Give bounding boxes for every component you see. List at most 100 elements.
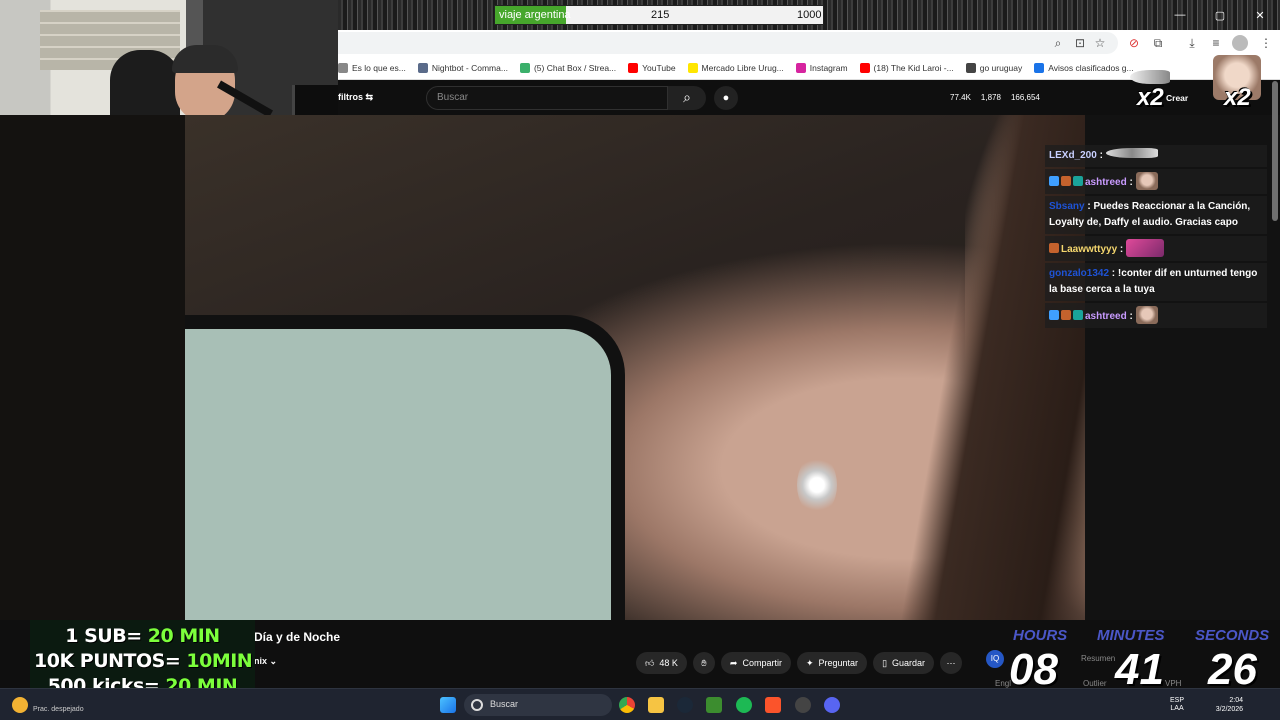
bookmark-item[interactable]: Mercado Libre Urug... — [687, 56, 784, 79]
extensions-icon[interactable]: ⧉ — [1150, 35, 1166, 51]
video-phone-screen — [185, 315, 625, 620]
rule-left: 1 SUB= — [65, 625, 142, 647]
bookmark-label: YouTube — [642, 63, 676, 73]
rule-left: 10K PUNTOS= — [34, 650, 181, 672]
scrollbar[interactable] — [1272, 81, 1278, 221]
bookmark-item[interactable]: Es lo que es... — [338, 56, 406, 79]
taskbar-search[interactable]: Buscar — [464, 694, 612, 716]
extension-red-icon[interactable]: ⊘ — [1126, 35, 1142, 51]
chat-message: LEXd_200 : — [1045, 145, 1267, 167]
more-button[interactable]: ⋯ — [940, 652, 963, 674]
download-icon[interactable]: ⤓ — [1184, 35, 1200, 51]
bookmark-favicon-icon — [628, 63, 639, 73]
bookmark-favicon-icon — [965, 63, 976, 73]
chat-username: ashtreed — [1085, 311, 1127, 322]
address-bar[interactable] — [338, 32, 1118, 54]
stat-videos: 1,878 — [980, 93, 1001, 102]
search-input[interactable]: Buscar — [426, 86, 668, 110]
donation-goal-bar: viaje argentina 215 1000 — [494, 5, 824, 25]
minutes-value: 41 — [1115, 645, 1164, 694]
bookmark-favicon-icon — [859, 63, 870, 73]
bookmark-item[interactable]: YouTube — [628, 56, 676, 79]
mic-icon[interactable]: ● — [714, 86, 738, 110]
bookmark-label: Instagram — [809, 63, 848, 73]
bookmark-label: Nightbot - Comma... — [431, 63, 508, 73]
obs-icon[interactable] — [795, 697, 811, 713]
close-button[interactable]: ✕ — [1240, 0, 1280, 30]
bookmark-icon: ▯ — [882, 657, 888, 668]
bookmark-star-icon[interactable]: ☆ — [1092, 35, 1108, 51]
subathon-timer: HOURS MINUTES SECONDS 08 41 26 — [1005, 624, 1280, 694]
filters-button[interactable]: filtros ⇆ — [338, 92, 373, 103]
steam-icon[interactable] — [677, 697, 693, 713]
bookmark-item[interactable]: (5) Chat Box / Strea... — [519, 56, 617, 79]
seconds-value: 26 — [1208, 645, 1257, 694]
thumbs-up-icon: 👍︎ — [645, 657, 655, 668]
like-count: 48 K — [659, 658, 678, 668]
share-icon: ➦ — [729, 657, 738, 668]
chat-badge-icon — [1061, 176, 1071, 186]
video-actions: 👍︎ 48 K ✋︎ ➦ Compartir ✦ Preguntar ▯ Guardar… — [636, 652, 963, 674]
video-player[interactable] — [185, 115, 1085, 620]
bookmark-label: (5) Chat Box / Strea... — [533, 63, 617, 73]
ham-emote-icon — [1135, 172, 1158, 190]
share-button[interactable]: ➦ Compartir — [720, 652, 791, 674]
chat-badge-icon — [1073, 176, 1083, 186]
spotify-icon[interactable] — [736, 697, 752, 713]
video-title: Día y de Noche — [254, 630, 341, 644]
mix-label[interactable]: nix ⌄ — [254, 656, 277, 667]
bookmark-item[interactable]: go uruguay — [965, 56, 1022, 79]
taskbar-search-icon — [471, 699, 483, 711]
hours-label: HOURS — [1013, 627, 1068, 644]
goal-target: 1000 — [797, 9, 822, 21]
chat-username: Sbsany — [1049, 201, 1085, 212]
bookmark-label: Mercado Libre Urug... — [701, 63, 784, 73]
rule-right: 20 MIN — [147, 625, 220, 647]
clock[interactable]: 2:04 3/2/2026 — [1205, 696, 1243, 714]
create-button[interactable]: Crear — [1166, 93, 1188, 103]
discord-icon[interactable] — [824, 697, 840, 713]
chat-username: ashtreed — [1085, 177, 1127, 188]
chat-badge-icon — [1073, 310, 1083, 320]
bookmark-label: Es lo que es... — [352, 63, 406, 73]
dislike-button[interactable]: ✋︎ — [692, 652, 715, 674]
weather-icon[interactable] — [12, 697, 28, 713]
bookmark-favicon-icon — [687, 63, 698, 73]
goal-label: viaje argentina — [499, 9, 571, 21]
file-explorer-icon[interactable] — [648, 697, 664, 713]
hours-value: 08 — [1009, 645, 1058, 694]
iq-badge[interactable]: IQ — [986, 650, 1004, 668]
media-icon[interactable]: ≡ — [1208, 35, 1224, 51]
language-indicator[interactable]: ESP LAA — [1170, 697, 1184, 713]
profile-avatar[interactable] — [1232, 35, 1248, 51]
bookmark-item[interactable]: Avisos clasificados g... — [1034, 56, 1134, 79]
stat-subs: 77.4K — [950, 93, 971, 102]
rule-line: 10K PUNTOS= 10MIN — [34, 649, 253, 674]
minecraft-icon[interactable] — [706, 697, 722, 713]
brave-icon[interactable] — [765, 697, 781, 713]
chat-badge-icon — [1061, 310, 1071, 320]
bookmark-label: Avisos clasificados g... — [1048, 63, 1134, 73]
pink-emote-icon — [1126, 239, 1165, 257]
bookmark-item[interactable]: Nightbot - Comma... — [417, 56, 508, 79]
stat-views: 166,654 — [1010, 93, 1040, 102]
menu-icon[interactable]: ⋮ — [1258, 35, 1274, 51]
bookmark-favicon-icon — [519, 63, 530, 73]
ask-button[interactable]: ✦ Preguntar — [796, 652, 868, 674]
chat-message: gonzalo1342 : !conter dif en unturned te… — [1045, 263, 1267, 301]
save-button[interactable]: ▯ Guardar — [873, 652, 935, 674]
zoom-icon[interactable]: ⌕ — [1050, 35, 1066, 51]
goal-current: 215 — [651, 9, 670, 21]
install-icon[interactable]: ⊡ — [1072, 35, 1088, 51]
start-icon[interactable] — [440, 697, 456, 713]
maximize-button[interactable]: ▢ — [1200, 0, 1240, 30]
ham-emote-icon — [1135, 306, 1158, 324]
bookmark-item[interactable]: (18) The Kid Laroi -... — [859, 56, 954, 79]
search-icon[interactable]: ⌕ — [668, 86, 706, 110]
chat-username: Laawwttyyy — [1061, 244, 1118, 255]
minimize-button[interactable]: — — [1160, 0, 1200, 30]
bookmark-item[interactable]: Instagram — [795, 56, 848, 79]
chrome-icon[interactable] — [619, 697, 635, 713]
seconds-label: SECONDS — [1195, 627, 1270, 644]
like-button[interactable]: 👍︎ 48 K — [636, 652, 687, 674]
